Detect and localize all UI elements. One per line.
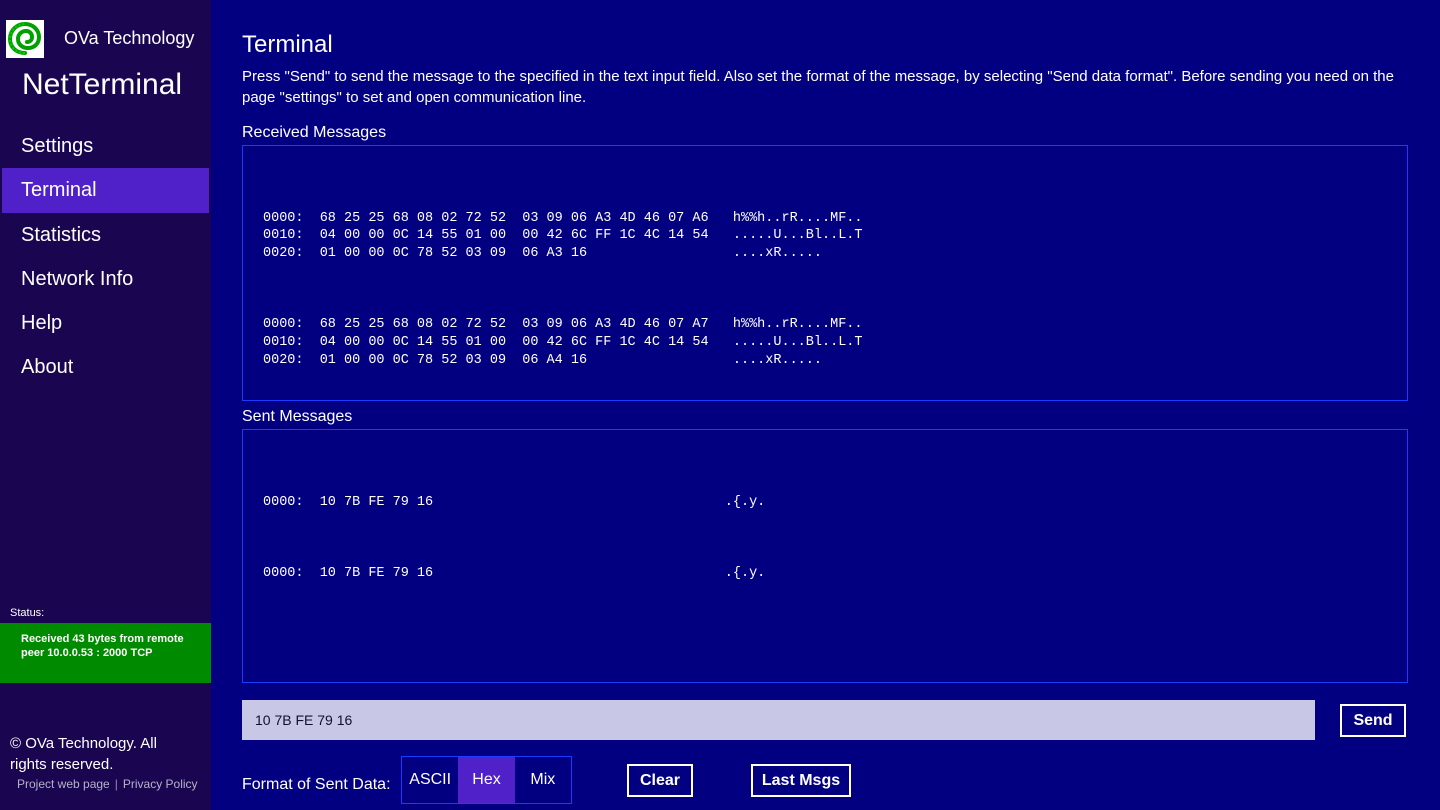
sent-messages-panel[interactable]: 0000: 10 7B FE 79 16 .{.y. 0000: 10 7B F…	[242, 429, 1408, 683]
status-label: Status:	[10, 607, 45, 619]
status-text-line2: peer 10.0.0.53 : 2000 TCP	[21, 647, 153, 659]
sidebar-item-network-info[interactable]: Network Info	[2, 257, 209, 301]
received-message: 0000: 68 25 25 68 08 02 72 52 03 09 06 A…	[263, 317, 863, 368]
format-label: Format of Sent Data:	[242, 776, 391, 793]
sidebar-item-settings[interactable]: Settings	[2, 124, 209, 168]
sidebar-item-about[interactable]: About	[2, 345, 209, 389]
sidebar-item-help[interactable]: Help	[2, 301, 209, 345]
company-name: OVa Technology	[64, 28, 195, 48]
project-web-page-link[interactable]: Project web page	[17, 777, 110, 791]
page-description: Press "Send" to send the message to the …	[242, 68, 1394, 106]
sent-message: 0000: 10 7B FE 79 16 .{.y.	[263, 494, 766, 510]
format-option-hex[interactable]: Hex	[458, 757, 515, 803]
received-messages-panel[interactable]: 0000: 68 25 25 68 08 02 72 52 03 09 06 A…	[242, 145, 1408, 401]
format-option-mix[interactable]: Mix	[515, 757, 571, 803]
sidebar: OVa Technology NetTerminal Settings Term…	[0, 0, 211, 810]
received-message: 0000: 68 25 25 68 08 02 72 52 03 09 06 A…	[263, 210, 863, 262]
sidebar-item-statistics[interactable]: Statistics	[2, 213, 209, 257]
footer-links: Project web page | Privacy Policy	[17, 777, 207, 791]
format-selector: ASCII Hex Mix	[401, 756, 572, 804]
last-msgs-button[interactable]: Last Msgs	[751, 764, 851, 797]
message-input[interactable]	[242, 700, 1315, 740]
sidebar-item-terminal[interactable]: Terminal	[2, 168, 209, 213]
received-messages-label: Received Messages	[242, 124, 387, 141]
copyright-line1: © OVa Technology. All	[10, 735, 157, 752]
copyright-line2: rights reserved.	[10, 756, 114, 773]
status-badge: Received 43 bytes from remote peer 10.0.…	[0, 623, 211, 683]
sent-message: 0000: 10 7B FE 79 16 .{.y.	[263, 565, 766, 581]
copyright: © OVa Technology. All rights reserved.	[10, 733, 205, 775]
app-title: NetTerminal	[22, 68, 183, 101]
link-separator: |	[114, 777, 118, 791]
spiral-logo-icon	[6, 20, 44, 58]
format-option-ascii[interactable]: ASCII	[402, 757, 458, 803]
status-text-line1: Received 43 bytes from remote	[21, 633, 184, 645]
send-button[interactable]: Send	[1340, 704, 1406, 737]
clear-button[interactable]: Clear	[627, 764, 693, 797]
page-title: Terminal	[242, 31, 333, 58]
privacy-policy-link[interactable]: Privacy Policy	[123, 777, 198, 791]
sent-messages-label: Sent Messages	[242, 408, 353, 425]
nav-menu: Settings Terminal Statistics Network Inf…	[2, 124, 209, 390]
